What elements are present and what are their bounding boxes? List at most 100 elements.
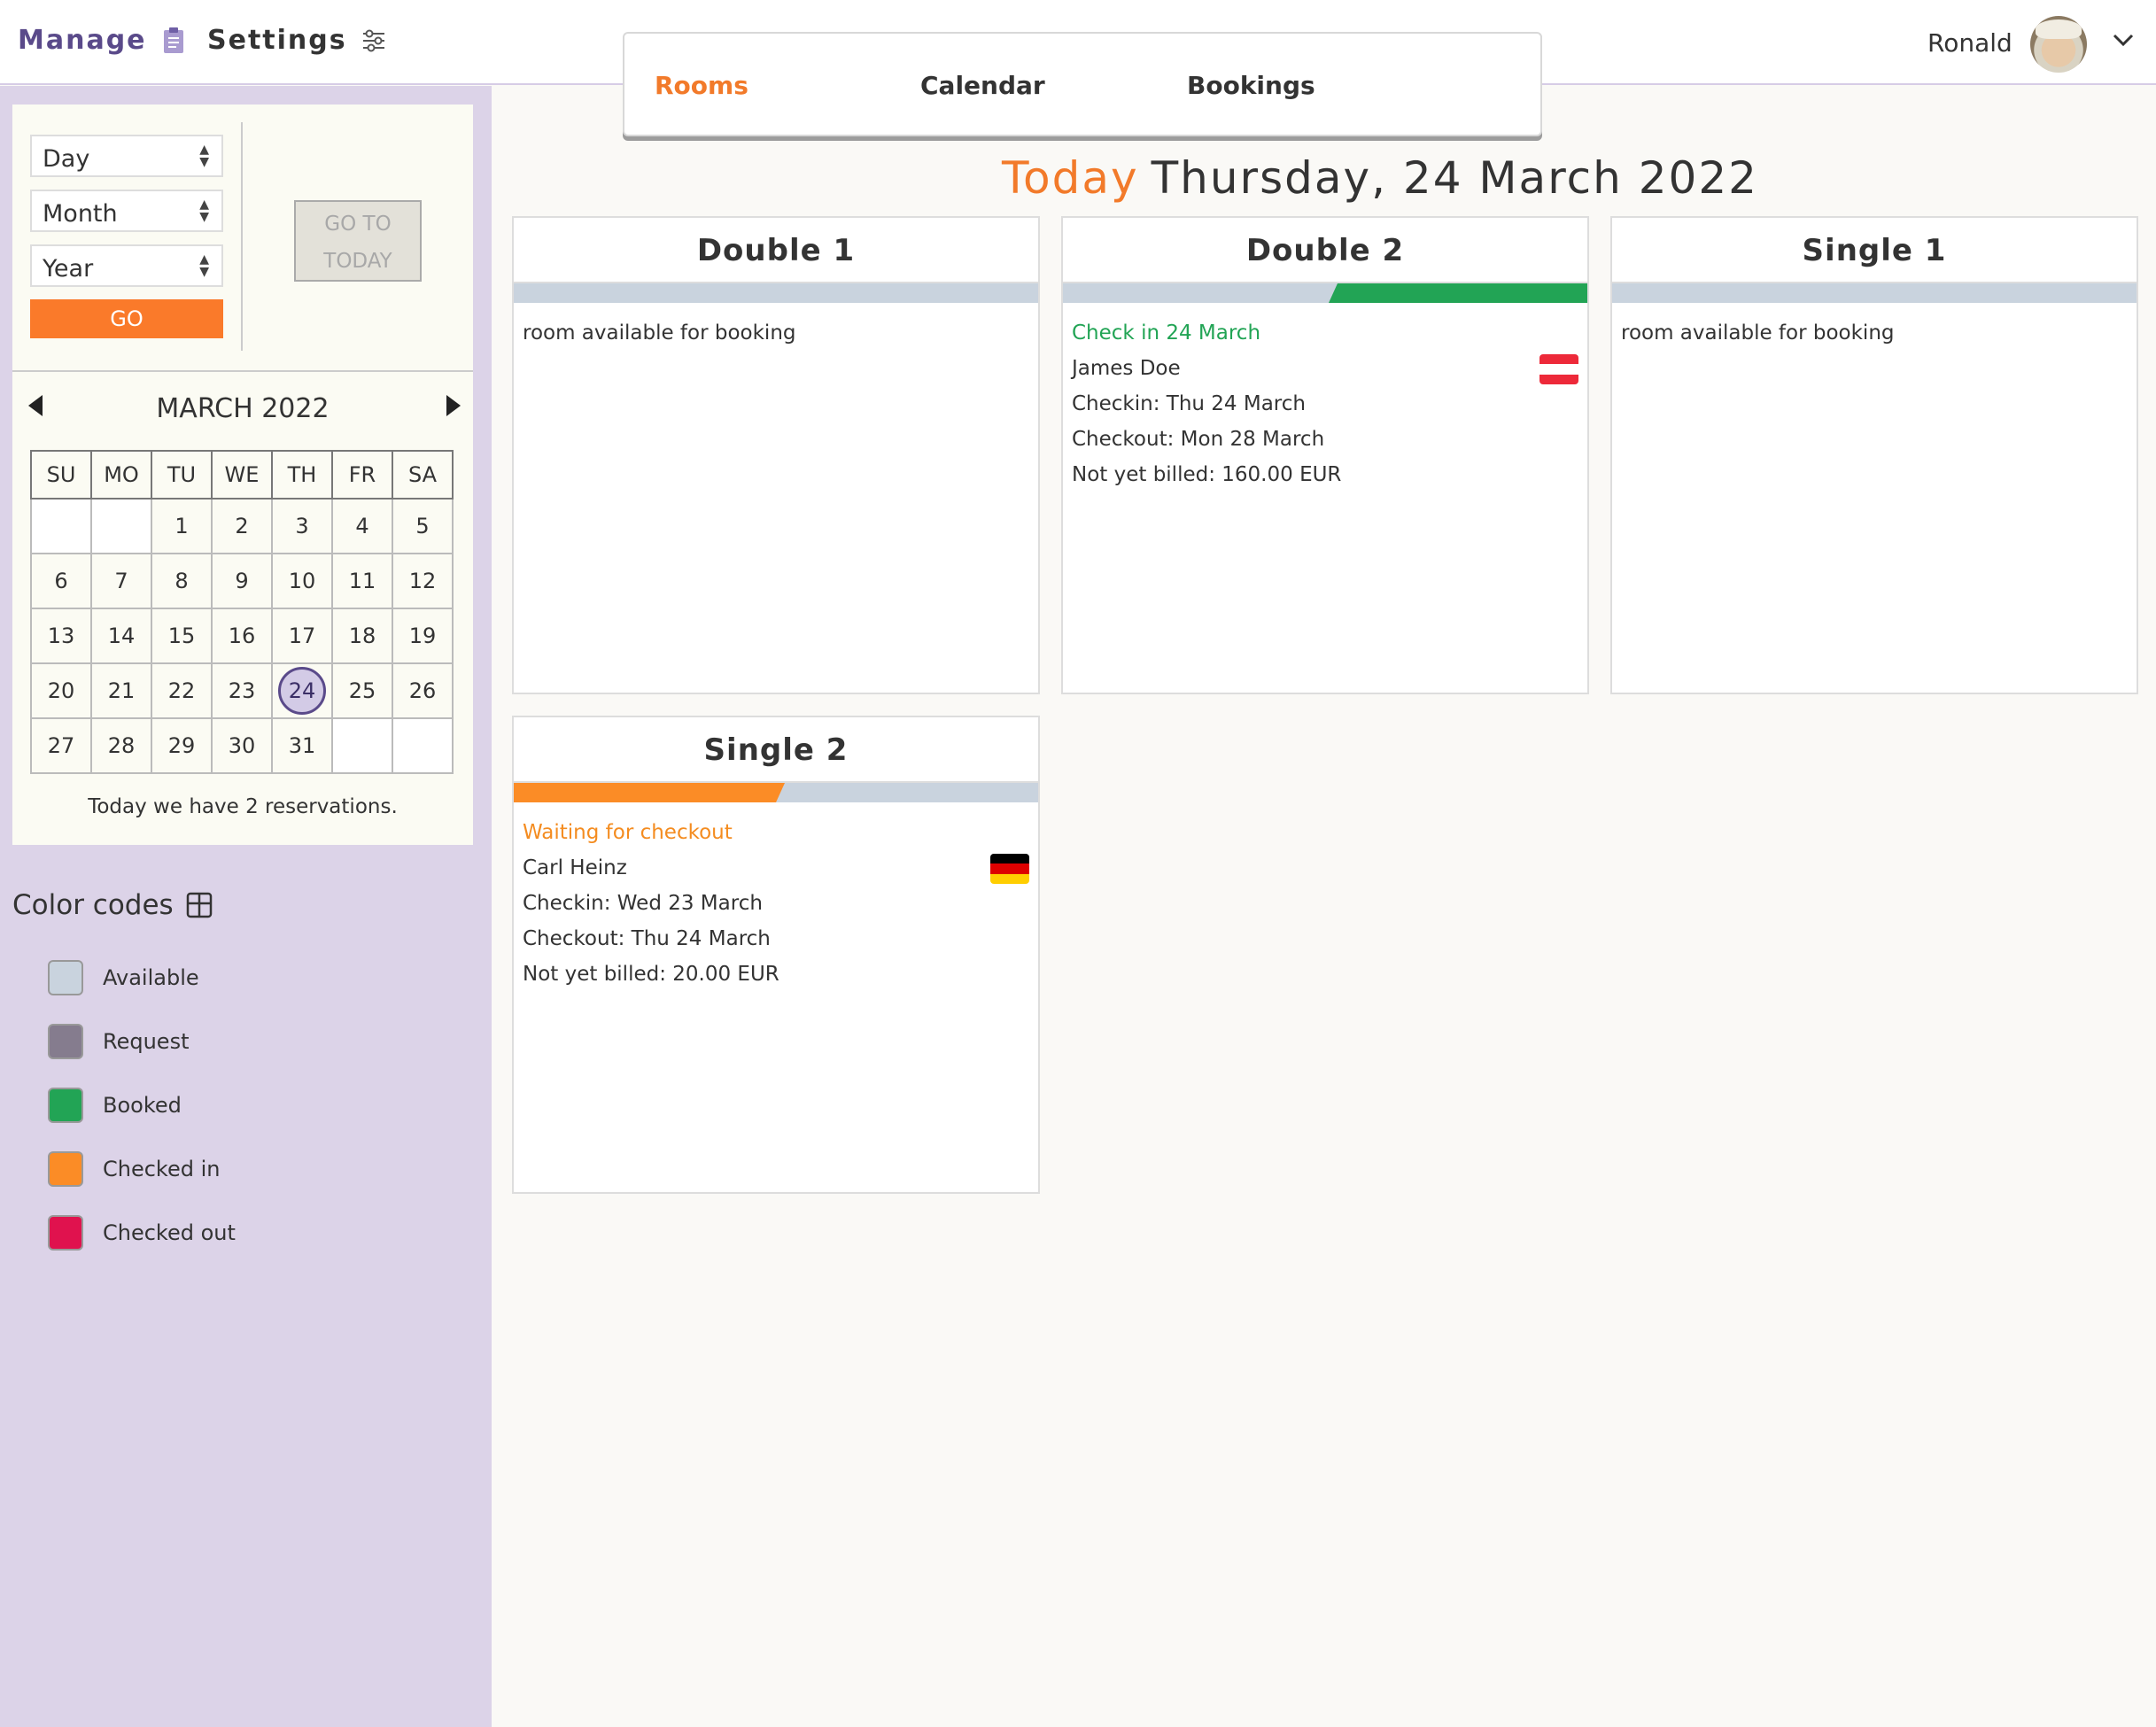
room-card-single-2[interactable]: Single 2 Waiting for checkout Carl Heinz… — [512, 716, 1040, 1194]
calendar-day-number: 31 — [288, 733, 316, 758]
calendar-day[interactable]: 31 — [271, 717, 333, 774]
tab-rooms[interactable]: Rooms — [655, 71, 748, 100]
go-to-today-line2: TODAY — [323, 250, 392, 273]
guest-name: James Doe — [1072, 357, 1181, 380]
clipboard-icon — [163, 27, 183, 53]
calendar-day[interactable]: 2 — [211, 498, 273, 554]
calendar-day[interactable]: 20 — [30, 662, 92, 719]
calendar-day[interactable]: 19 — [392, 608, 454, 664]
tab-calendar[interactable]: Calendar — [920, 71, 1045, 100]
calendar-day[interactable]: 22 — [151, 662, 213, 719]
calendar-day[interactable]: 6 — [30, 553, 92, 609]
calendar-day-number: 21 — [107, 678, 136, 703]
table-icon[interactable] — [186, 892, 213, 918]
calendar-day[interactable]: 12 — [392, 553, 454, 609]
go-button[interactable]: GO — [30, 299, 223, 338]
calendar-day-number: 11 — [348, 569, 376, 593]
color-swatch — [48, 1151, 83, 1187]
calendar-day[interactable]: 28 — [90, 717, 152, 774]
calendar-day[interactable]: 30 — [211, 717, 273, 774]
month-calendar: SU MO TU WE TH FR SA 1 2 3 4 5 6 7 8 9 10 11 12 13 14 15 16 17… — [30, 450, 454, 774]
calendar-day-number: 23 — [228, 678, 256, 703]
checkout-date: Checkout: Mon 28 March — [1072, 428, 1325, 451]
color-codes-label: Color codes — [12, 889, 174, 921]
year-select-value: Year — [43, 255, 94, 283]
calendar-day[interactable]: 29 — [151, 717, 213, 774]
month-select[interactable]: Month ▲ ▼ — [30, 190, 223, 232]
calendar-empty-cell — [392, 717, 454, 774]
billing-status: Not yet billed: 20.00 EUR — [523, 963, 779, 986]
calendar-day[interactable]: 16 — [211, 608, 273, 664]
next-month-icon[interactable] — [445, 393, 462, 418]
calendar-day-number: 20 — [47, 678, 75, 703]
calendar-day[interactable]: 13 — [30, 608, 92, 664]
room-details: room available for booking — [1612, 303, 2137, 363]
room-status-bar — [514, 783, 1038, 802]
color-code-label: Available — [103, 965, 199, 990]
room-status-text: Waiting for checkout — [523, 821, 733, 844]
tab-bookings[interactable]: Bookings — [1187, 71, 1315, 100]
go-to-today-button[interactable]: GO TO TODAY — [294, 200, 422, 282]
divider — [241, 122, 243, 351]
calendar-week: 1 2 3 4 5 — [30, 498, 454, 554]
color-code-item: Checked out — [48, 1215, 236, 1251]
calendar-day[interactable]: 7 — [90, 553, 152, 609]
go-to-today-line1: GO TO — [324, 213, 392, 236]
calendar-day-number: 17 — [288, 623, 316, 648]
avatar[interactable] — [2030, 16, 2087, 73]
calendar-day[interactable]: 21 — [90, 662, 152, 719]
calendar-day-number: 16 — [228, 623, 256, 648]
calendar-day[interactable]: 14 — [90, 608, 152, 664]
color-code-label: Request — [103, 1029, 190, 1054]
calendar-day[interactable]: 9 — [211, 553, 273, 609]
calendar-day[interactable]: 4 — [331, 498, 393, 554]
calendar-day[interactable]: 27 — [30, 717, 92, 774]
guest-name: Carl Heinz — [523, 856, 627, 879]
main-nav: Rooms Calendar Bookings — [623, 32, 1542, 136]
calendar-week: 6 7 8 9 10 11 12 — [30, 553, 454, 609]
chevron-down-icon[interactable] — [2110, 27, 2137, 53]
calendar-day-number: 28 — [107, 733, 136, 758]
weekday-header: SU — [30, 450, 92, 500]
sliders-icon — [362, 29, 384, 51]
room-card-double-1[interactable]: Double 1 room available for booking — [512, 216, 1040, 694]
calendar-day-number: 27 — [47, 733, 75, 758]
day-select[interactable]: Day ▲ ▼ — [30, 135, 223, 177]
calendar-day-number: 25 — [348, 678, 376, 703]
user-name[interactable]: Ronald — [1927, 28, 2013, 58]
calendar-day[interactable]: 17 — [271, 608, 333, 664]
room-status-bar — [514, 283, 1038, 303]
room-card-single-1[interactable]: Single 1 room available for booking — [1610, 216, 2138, 694]
calendar-day[interactable]: 11 — [331, 553, 393, 609]
calendar-day[interactable]: 1 — [151, 498, 213, 554]
room-name: Single 2 — [514, 717, 1038, 783]
calendar-day[interactable]: 8 — [151, 553, 213, 609]
calendar-day-number: 8 — [174, 569, 189, 593]
calendar-day-number: 19 — [408, 623, 437, 648]
calendar-day[interactable]: 18 — [331, 608, 393, 664]
calendar-day-number: 22 — [167, 678, 196, 703]
calendar-day[interactable]: 26 — [392, 662, 454, 719]
manage-link[interactable]: Manage — [18, 25, 186, 56]
year-select[interactable]: Year ▲ ▼ — [30, 244, 223, 287]
calendar-day[interactable]: 23 — [211, 662, 273, 719]
checkin-date: Checkin: Wed 23 March — [523, 892, 763, 915]
settings-link[interactable]: Settings — [207, 25, 386, 56]
calendar-day[interactable]: 5 — [392, 498, 454, 554]
calendar-day-number: 18 — [348, 623, 376, 648]
room-card-double-2[interactable]: Double 2 Check in 24 March James Doe Che… — [1061, 216, 1589, 694]
color-swatch — [48, 1024, 83, 1059]
calendar-week: 20 21 22 23 24 25 26 — [30, 662, 454, 719]
month-select-value: Month — [43, 200, 118, 228]
divider — [12, 370, 473, 372]
color-swatch — [48, 960, 83, 995]
weekday-header: TU — [151, 450, 213, 500]
calendar-day-number: 10 — [288, 569, 316, 593]
color-code-item: Checked in — [48, 1151, 220, 1187]
calendar-day[interactable]: 10 — [271, 553, 333, 609]
calendar-day-today[interactable]: 24 — [271, 662, 333, 719]
calendar-day[interactable]: 15 — [151, 608, 213, 664]
calendar-day[interactable]: 3 — [271, 498, 333, 554]
calendar-day[interactable]: 25 — [331, 662, 393, 719]
room-details: Check in 24 March James Doe Checkin: Thu… — [1063, 303, 1587, 505]
